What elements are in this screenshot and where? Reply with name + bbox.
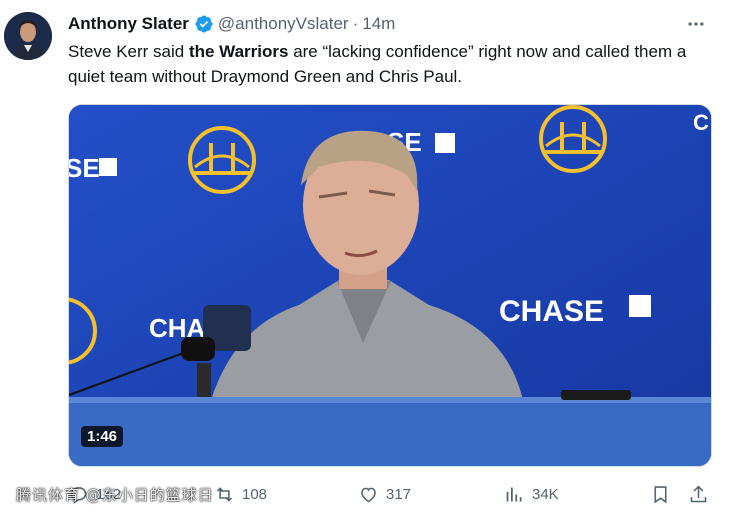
svg-text:CHASE: CHASE — [499, 295, 604, 328]
like-count: 317 — [386, 485, 412, 503]
tweet-text-part: Steve Kerr said — [68, 42, 189, 61]
author-avatar[interactable] — [4, 12, 52, 60]
reply-count: 162 — [96, 485, 122, 503]
video-duration: 1:46 — [81, 426, 124, 447]
avatar-photo — [4, 12, 52, 60]
separator-dot: · — [352, 14, 359, 33]
svg-text:SE: SE — [69, 153, 100, 183]
more-options-icon[interactable] — [684, 12, 708, 36]
podium — [69, 401, 711, 466]
video-player[interactable]: SE SE CHASE CHA C 1:46 — [68, 104, 712, 467]
views-chart-icon — [506, 487, 522, 501]
heart-icon — [361, 487, 376, 502]
video-frame: SE SE CHASE CHA C — [69, 105, 711, 466]
retweet-count: 108 — [242, 485, 268, 503]
author-handle[interactable]: @anthonyVslater — [218, 14, 349, 34]
view-count: 34K — [532, 485, 559, 503]
retweet-button[interactable]: 108 — [214, 482, 267, 506]
reply-button[interactable]: 162 — [68, 482, 121, 506]
tweet-actions: 162 108 317 34K — [68, 482, 713, 506]
share-button[interactable] — [688, 482, 709, 506]
tweet-header: Anthony Slater @anthonyVslater · 14m — [68, 13, 670, 35]
author-name[interactable]: Anthony Slater — [68, 14, 189, 34]
verified-badge-icon — [194, 14, 214, 34]
views-button[interactable]: 34K — [504, 482, 559, 506]
like-button[interactable]: 317 — [358, 482, 411, 506]
tweet-time[interactable]: 14m — [362, 14, 395, 34]
retweet-icon — [216, 486, 233, 502]
chase-octagon-icon — [629, 295, 651, 317]
tweet-text: Steve Kerr said the Warriors are “lackin… — [68, 39, 718, 89]
tweet-text-bold: the Warriors — [188, 42, 289, 61]
reply-icon — [70, 486, 87, 504]
svg-text:C: C — [693, 110, 709, 135]
bookmark-icon — [654, 485, 667, 503]
bookmark-button[interactable] — [650, 482, 671, 506]
share-icon — [690, 485, 707, 502]
